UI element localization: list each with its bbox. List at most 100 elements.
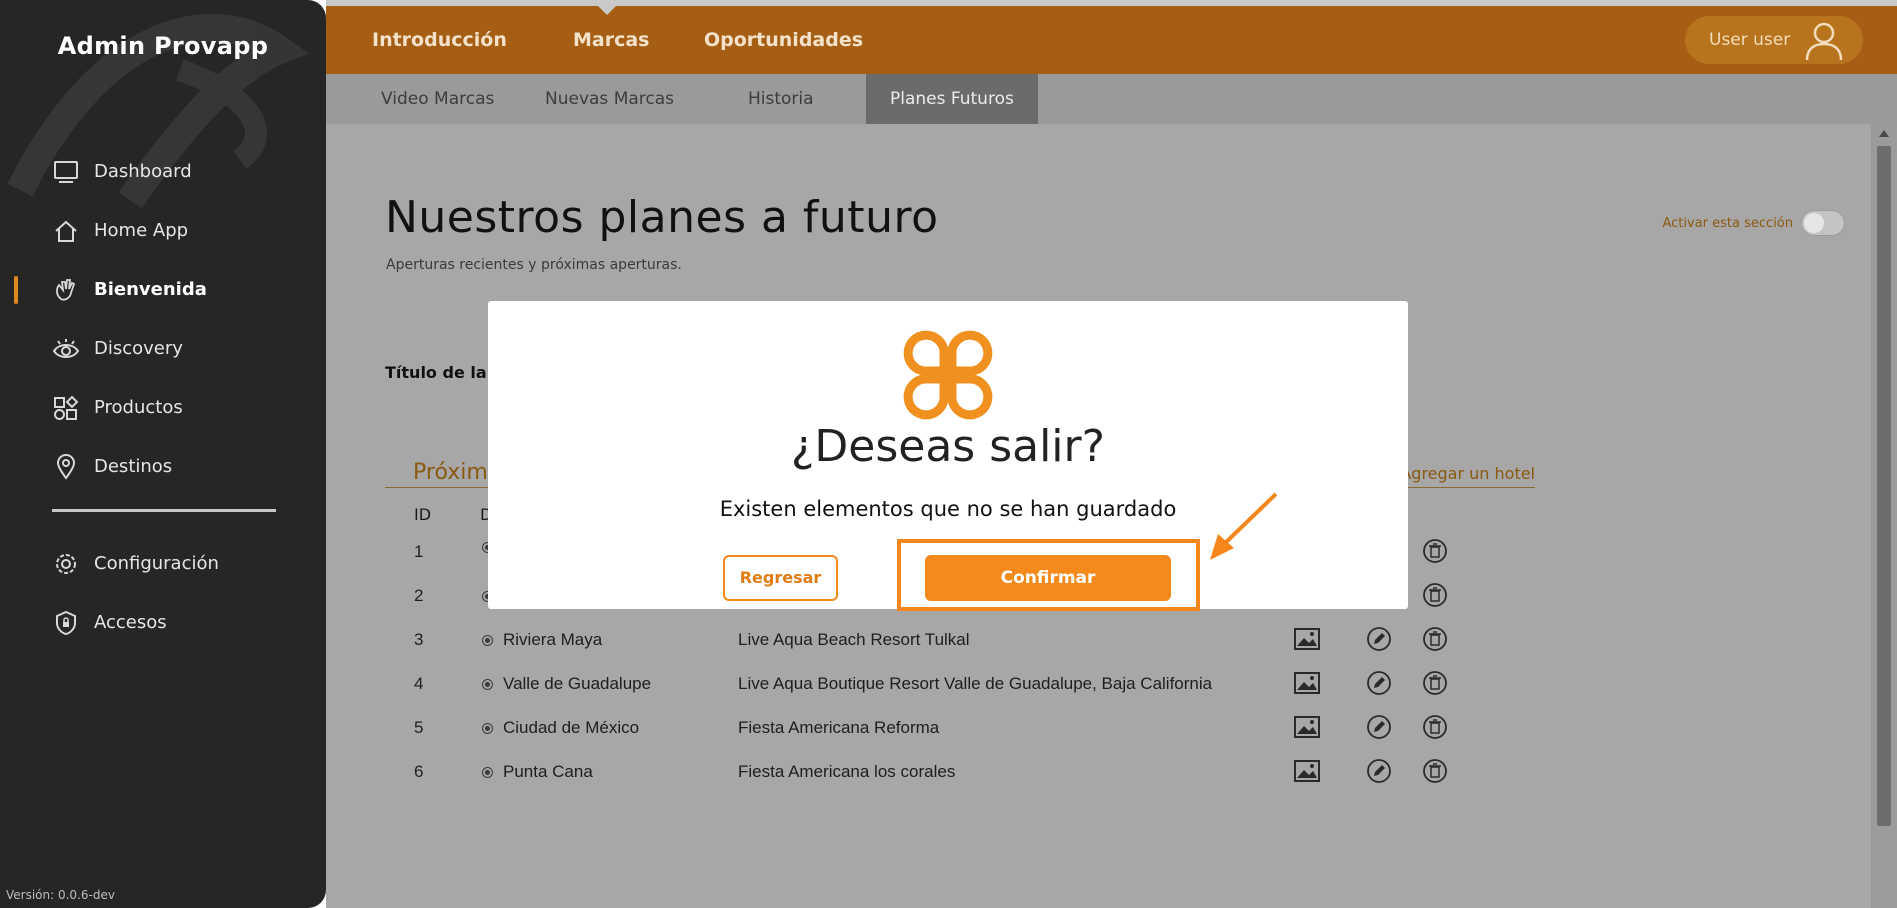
subtab-video-marcas[interactable]: Video Marcas [381, 74, 494, 124]
delete-icon[interactable] [1422, 582, 1448, 608]
sidebar-item-destinos[interactable]: Destinos [0, 437, 326, 496]
page-subtitle: Aperturas recientes y próximas aperturas… [386, 257, 682, 273]
image-icon[interactable] [1294, 760, 1320, 782]
row-hotel: Live Aqua Boutique Resort Valle de Guada… [738, 674, 1213, 693]
image-icon[interactable] [1294, 672, 1320, 694]
gear-icon [52, 550, 80, 578]
sidebar: Admin Provapp Dashboard Home App Bienven… [0, 0, 326, 908]
location-pin-icon [52, 453, 80, 481]
row-id: 3 [414, 630, 424, 649]
section-tab-proximas[interactable]: Próxim [413, 460, 488, 485]
row-id: 4 [414, 674, 424, 693]
version-label: Versión: 0.0.6-dev [6, 888, 115, 902]
field-label-title: Título de la p [385, 363, 504, 382]
sidebar-item-label: Home App [94, 220, 189, 241]
row-id: 5 [414, 718, 424, 737]
dialog-question: ¿Deseas salir? [791, 421, 1105, 472]
sidebar-item-bienvenida[interactable]: Bienvenida [0, 260, 326, 319]
delete-icon[interactable] [1422, 670, 1448, 696]
delete-icon[interactable] [1422, 758, 1448, 784]
sidebar-item-label: Accesos [94, 612, 167, 633]
destination-dot-icon [482, 634, 493, 646]
sidebar-divider [52, 509, 276, 512]
top-nav-bar: Introducción Marcas Oportunidades User u… [326, 0, 1897, 74]
clover-logo-icon [903, 330, 993, 420]
sidebar-item-label: Discovery [94, 338, 183, 359]
eye-icon [52, 335, 80, 363]
monitor-icon [52, 158, 80, 186]
user-avatar-icon [1805, 22, 1843, 61]
active-tab-caret [597, 5, 617, 15]
user-menu-button[interactable]: User user [1685, 16, 1863, 64]
table-row: 4 Valle de Guadalupe Live Aqua Boutique Re… [326, 671, 1526, 718]
pointer-arrow-icon [1210, 492, 1278, 560]
page-title: Nuestros planes a futuro [385, 192, 939, 243]
tab-introduccion[interactable]: Introducción [372, 29, 507, 51]
row-destination: Punta Cana [482, 762, 593, 782]
edit-icon[interactable] [1366, 670, 1392, 696]
sidebar-item-dashboard[interactable]: Dashboard [0, 142, 326, 201]
table-row: 3 Riviera Maya Live Aqua Beach Resort Tulk… [326, 627, 1526, 674]
sidebar-item-configuracion[interactable]: Configuración [0, 534, 326, 593]
sidebar-item-label: Dashboard [94, 161, 192, 182]
home-icon [52, 217, 80, 245]
image-icon[interactable] [1294, 628, 1320, 650]
section-toggle-group: Activar esta sección [1662, 210, 1845, 236]
delete-icon[interactable] [1422, 626, 1448, 652]
add-hotel-link[interactable]: Agregar un hotel [1400, 464, 1535, 483]
tab-oportunidades[interactable]: Oportunidades [704, 29, 863, 51]
row-hotel: Fiesta Americana Reforma [738, 718, 940, 737]
destination-dot-icon [482, 766, 493, 778]
delete-icon[interactable] [1422, 714, 1448, 740]
delete-icon[interactable] [1422, 538, 1448, 564]
scrollbar-thumb[interactable] [1877, 146, 1891, 826]
edit-icon[interactable] [1366, 626, 1392, 652]
shield-lock-icon [52, 609, 80, 637]
subtab-nuevas-marcas[interactable]: Nuevas Marcas [545, 74, 674, 124]
row-id: 1 [414, 542, 424, 561]
sub-tab-bar: Video Marcas Nuevas Marcas Historia Plan… [326, 74, 1897, 124]
activate-section-toggle[interactable] [1801, 210, 1845, 236]
destination-dot-icon [482, 678, 493, 690]
sidebar-nav: Dashboard Home App Bienvenida Discovery … [0, 142, 326, 496]
column-header-id: ID [414, 505, 432, 524]
sidebar-nav-secondary: Configuración Accesos [0, 534, 326, 652]
sidebar-item-label: Bienvenida [94, 279, 207, 300]
image-icon[interactable] [1294, 716, 1320, 738]
row-hotel: Fiesta Americana los corales [738, 762, 956, 781]
sidebar-item-productos[interactable]: Productos [0, 378, 326, 437]
table-row: 5 Ciudad de México Fiesta Americana Reform… [326, 715, 1526, 762]
edit-icon[interactable] [1366, 758, 1392, 784]
destination-text: Riviera Maya [503, 630, 603, 649]
row-destination: Valle de Guadalupe [482, 674, 651, 694]
sidebar-item-label: Productos [94, 397, 183, 418]
brand-title: Admin Provapp [57, 32, 269, 60]
page-scrollbar[interactable] [1871, 124, 1897, 908]
table-row: 6 Punta Cana Fiesta Americana los corales [326, 759, 1526, 806]
row-id: 2 [414, 586, 424, 605]
sidebar-item-label: Destinos [94, 456, 173, 477]
toggle-label: Activar esta sección [1662, 215, 1794, 231]
user-name: User user [1709, 30, 1791, 50]
row-id: 6 [414, 762, 424, 781]
subtab-historia[interactable]: Historia [748, 74, 814, 124]
confirm-highlight-box [897, 539, 1200, 611]
sidebar-item-label: Configuración [94, 553, 219, 574]
edit-icon[interactable] [1366, 714, 1392, 740]
scroll-up-arrow-icon[interactable] [1879, 130, 1889, 137]
row-destination: Ciudad de México [482, 718, 639, 738]
sidebar-item-discovery[interactable]: Discovery [0, 319, 326, 378]
row-hotel: Live Aqua Beach Resort Tulkal [738, 630, 970, 649]
grid-shapes-icon [52, 394, 80, 422]
back-button[interactable]: Regresar [723, 555, 838, 601]
destination-text: Punta Cana [503, 762, 593, 781]
subtab-planes-futuros[interactable]: Planes Futuros [866, 74, 1038, 124]
row-destination: Riviera Maya [482, 630, 602, 650]
tab-marcas[interactable]: Marcas [573, 29, 650, 51]
destination-text: Valle de Guadalupe [503, 674, 652, 693]
destination-dot-icon [482, 722, 493, 734]
sidebar-item-accesos[interactable]: Accesos [0, 593, 326, 652]
destination-text: Ciudad de México [503, 718, 640, 737]
wave-hand-icon [52, 276, 80, 304]
sidebar-item-home-app[interactable]: Home App [0, 201, 326, 260]
